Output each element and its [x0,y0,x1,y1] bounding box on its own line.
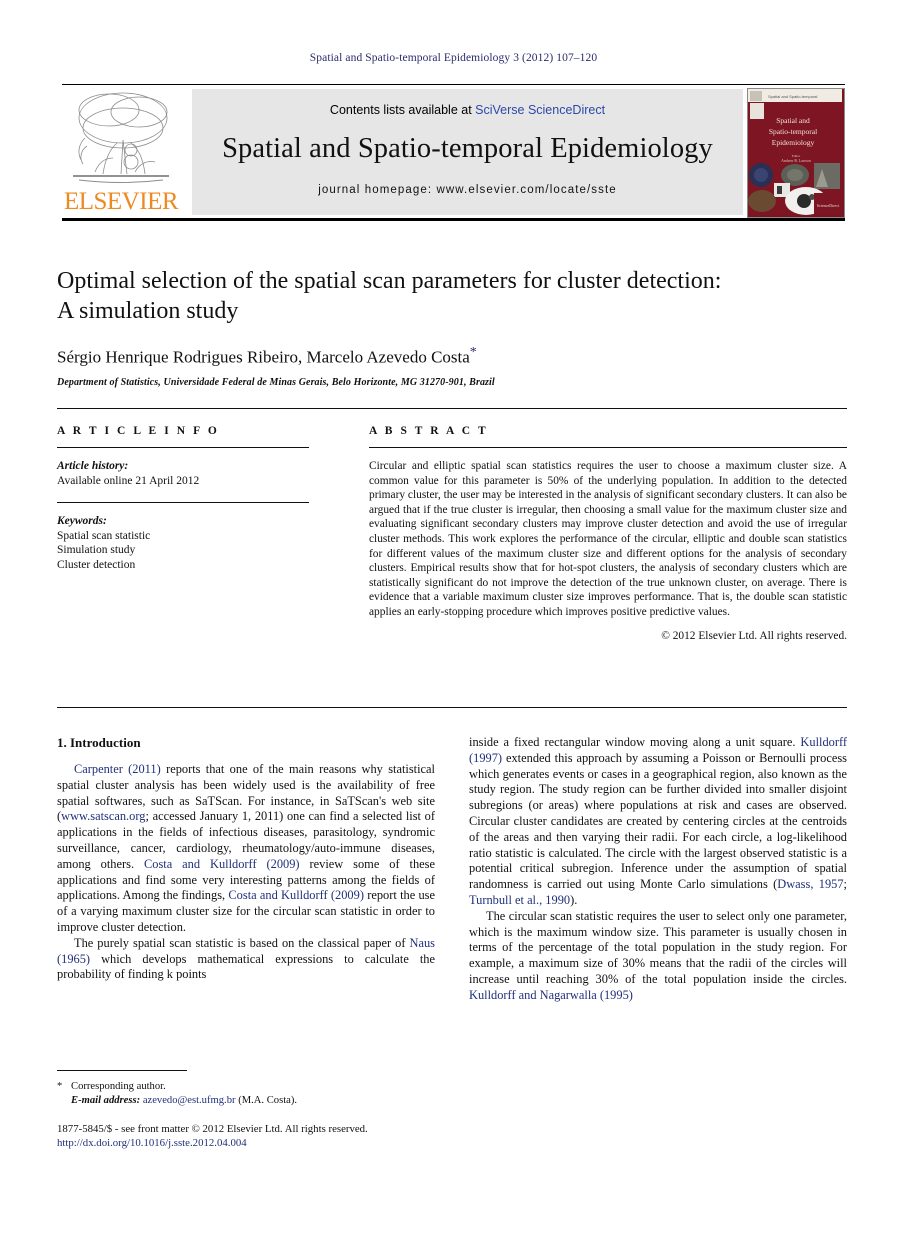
article-info-separator [57,502,309,503]
title-block: Optimal selection of the spatial scan pa… [57,266,847,388]
page-title: Optimal selection of the spatial scan pa… [57,266,847,326]
title-line-2: A simulation study [57,298,239,324]
svg-text:Spatio-temporal: Spatio-temporal [769,127,817,136]
author-list: Sérgio Henrique Rodrigues Ribeiro, Marce… [57,345,847,368]
elsevier-tree-icon [73,92,169,183]
footnote-email: E-mail address: azevedo@est.ufmg.br (M.A… [57,1094,435,1108]
paragraph-text: extended this approach by assuming a Poi… [469,750,847,892]
journal-cover-thumbnail: Spatial and Spatio-temporal Spatial and … [747,88,845,218]
journal-cover-art: Spatial and Spatio-temporal Spatial and … [748,89,842,215]
abstract-column: A B S T R A C T Circular and elliptic sp… [369,425,847,642]
abstract-heading: A B S T R A C T [369,425,489,437]
footnote-corresponding-text: Corresponding author. [71,1081,166,1092]
elsevier-logo: ELSEVIER [62,88,180,218]
elsevier-wordmark: ELSEVIER [63,188,179,215]
email-address-label: E-mail address: [71,1095,141,1106]
svg-text:Editor: Editor [792,154,801,158]
footnote-block: * Corresponding author. E-mail address: … [57,1070,435,1108]
paragraph-text: inside a fixed rectangular window moving… [469,735,801,749]
article-history-group: Article history: Available online 21 Apr… [57,459,309,488]
abstract-rule [369,447,847,448]
journal-title: Spatial and Spatio-temporal Epidemiology [222,133,713,164]
citation-costa-kulldorff-2009[interactable]: Costa and Kulldorff (2009) [144,857,300,871]
paragraph-intro-2-right: inside a fixed rectangular window moving… [469,735,847,909]
abstract-text: Circular and elliptic spatial scan stati… [369,460,847,618]
svg-text:Spatial and Spatio-temporal: Spatial and Spatio-temporal [768,94,817,99]
footnote-star-marker: * [57,1081,63,1092]
keyword-item: Cluster detection [57,558,136,571]
citation-carpenter-2011[interactable]: Carpenter (2011) [74,762,161,776]
link-satscan-org[interactable]: www.satscan.org [61,809,145,823]
citation-costa-kulldorff-2009-b[interactable]: Costa and Kulldorff (2009) [228,888,364,902]
journal-masthead: Contents lists available at SciVerse Sci… [192,89,743,215]
svg-text:Andrew B. Lawson: Andrew B. Lawson [781,159,811,163]
sciencedirect-link[interactable]: SciVerse ScienceDirect [475,103,605,117]
email-owner-text: (M.A. Costa). [238,1095,298,1106]
title-line-1: Optimal selection of the spatial scan pa… [57,268,722,294]
paragraph-text: which develops mathematical expressions … [57,951,435,982]
header-bottom-rule [62,218,845,221]
author-names: Sérgio Henrique Rodrigues Ribeiro, Marce… [57,347,470,367]
info-abstract-top-rule [57,408,847,409]
keywords-label: Keywords: [57,515,107,527]
article-info-rule [57,447,309,448]
author-affiliation: Department of Statistics, Universidade F… [57,376,495,388]
footnote-corresponding-author: * Corresponding author. [57,1080,435,1094]
running-head: Spatial and Spatio-temporal Epidemiology… [309,52,598,64]
journal-header-band: ELSEVIER Contents lists available at Sci… [62,84,845,221]
body-column-left: 1. Introduction Carpenter (2011) reports… [57,735,435,983]
svg-text:Epidemiology: Epidemiology [772,138,815,147]
paragraph-text: ; [843,877,847,892]
citation-dwass-1957[interactable]: Dwass, 1957 [777,877,843,891]
paragraph-text: The circular scan statistic requires the… [469,908,847,986]
body-column-right: inside a fixed rectangular window moving… [469,735,847,1004]
keywords-group: Keywords: Spatial scan statistic Simulat… [57,514,309,572]
contents-prefix-text: Contents lists available at [329,103,476,117]
doi-link[interactable]: http://dx.doi.org/10.1016/j.sste.2012.04… [57,1136,457,1150]
corresponding-author-marker: * [469,345,477,360]
keyword-item: Spatial scan statistic [57,529,151,542]
svg-text:ScienceDirect: ScienceDirect [817,203,840,208]
paragraph-intro-1: Carpenter (2011) reports that one of the… [57,762,435,936]
journal-article-page: Spatial and Spatio-temporal Epidemiology… [0,0,907,1238]
article-info-column: A R T I C L E I N F O Article history: A… [57,425,309,572]
keyword-item: Simulation study [57,544,136,556]
footnote-rule [57,1070,187,1071]
paragraph-intro-3: The circular scan statistic requires the… [469,909,847,1004]
issn-copyright-line: 1877-5845/$ - see front matter © 2012 El… [57,1123,368,1135]
section-heading-introduction: 1. Introduction [57,735,141,750]
info-abstract-bottom-rule [57,707,847,708]
issn-footer: 1877-5845/$ - see front matter © 2012 El… [57,1122,457,1150]
article-history-label: Article history: [57,460,129,472]
article-info-heading: A R T I C L E I N F O [57,425,220,437]
header-top-rule [62,84,845,85]
svg-text:Spatial and: Spatial and [776,116,810,125]
abstract-copyright: © 2012 Elsevier Ltd. All rights reserved… [661,629,847,642]
paragraph-intro-2-left: The purely spatial scan statistic is bas… [57,936,435,983]
email-address-link[interactable]: azevedo@est.ufmg.br [143,1095,236,1106]
citation-kulldorff-nagarwalla-1995[interactable]: Kulldorff and Nagarwalla (1995) [469,988,633,1002]
journal-homepage-link[interactable]: journal homepage: www.elsevier.com/locat… [192,184,743,196]
article-history-value: Available online 21 April 2012 [57,474,200,487]
contents-available-line: Contents lists available at SciVerse Sci… [192,103,743,117]
paragraph-text: ). [570,892,578,907]
paragraph-text: The purely spatial scan statistic is bas… [74,935,410,950]
citation-turnbull-1990[interactable]: Turnbull et al., 1990 [469,893,570,907]
